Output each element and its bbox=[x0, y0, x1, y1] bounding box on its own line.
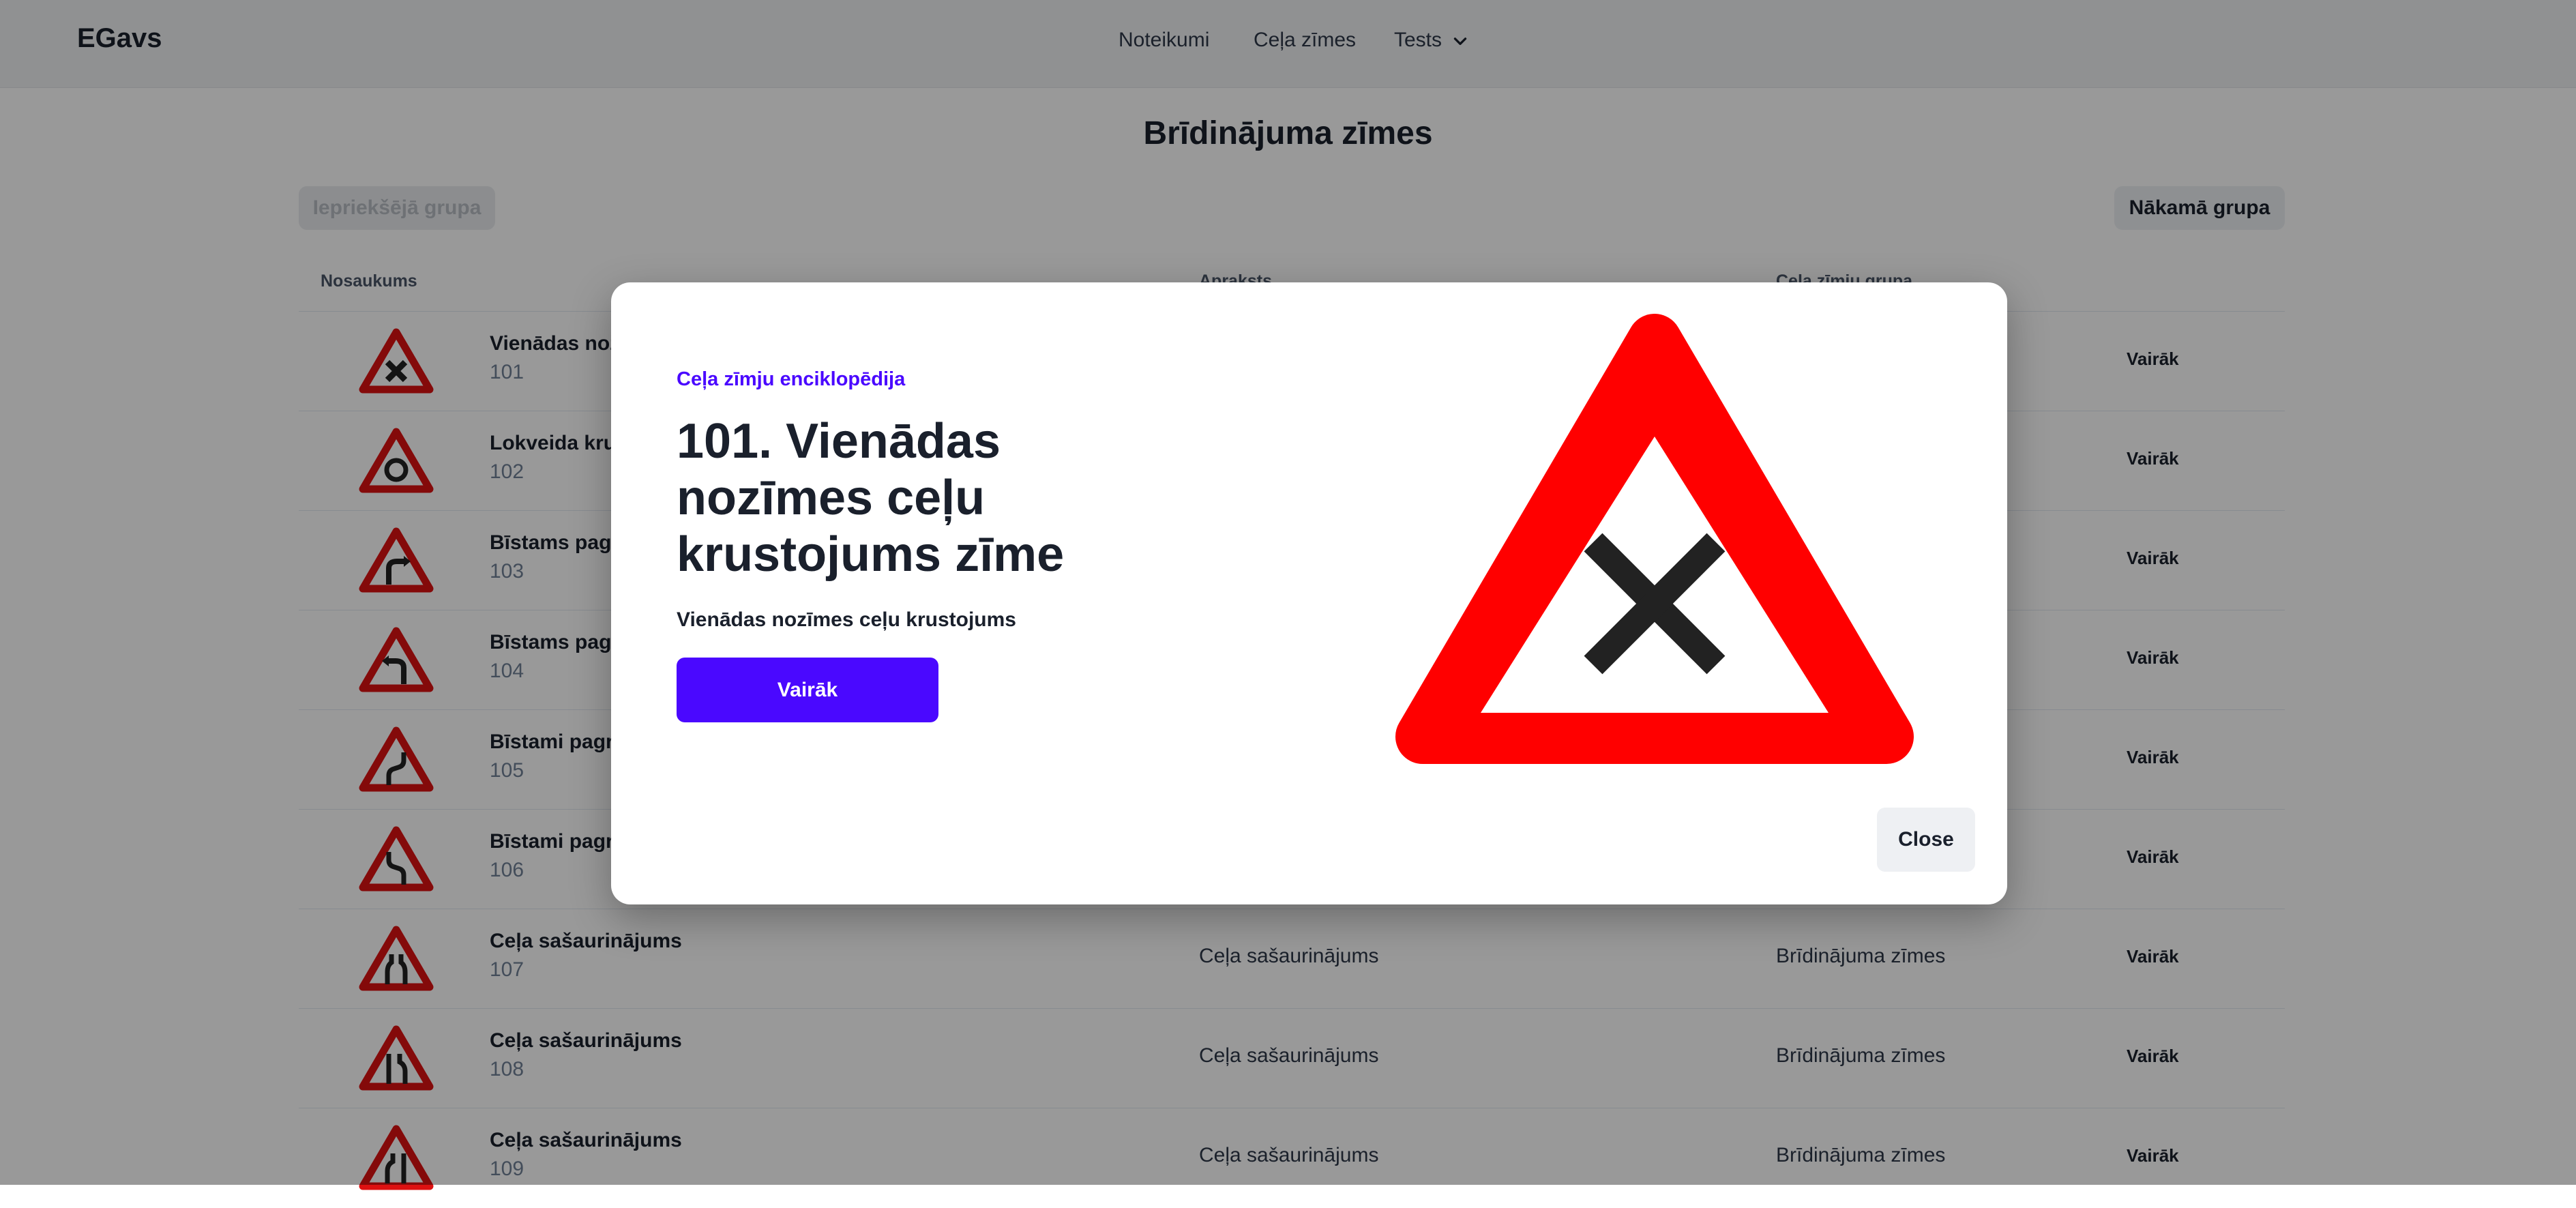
crossroads-sign-icon bbox=[1395, 314, 1914, 764]
modal-subtitle: Vienādas nozīmes ceļu krustojums bbox=[677, 608, 1016, 631]
modal-kicker: Ceļa zīmju enciklopēdija bbox=[677, 368, 906, 390]
modal-more-button[interactable]: Vairāk bbox=[677, 658, 938, 722]
modal-title: 101. Vienādas nozīmes ceļu krustojums zī… bbox=[677, 414, 1065, 582]
sign-detail-modal: Ceļa zīmju enciklopēdija 101. Vienādas n… bbox=[611, 282, 2007, 904]
modal-close-button[interactable]: Close bbox=[1877, 808, 1975, 872]
page: EGavs Noteikumi Ceļa zīmes Tests Brīdinā… bbox=[0, 0, 2576, 1190]
